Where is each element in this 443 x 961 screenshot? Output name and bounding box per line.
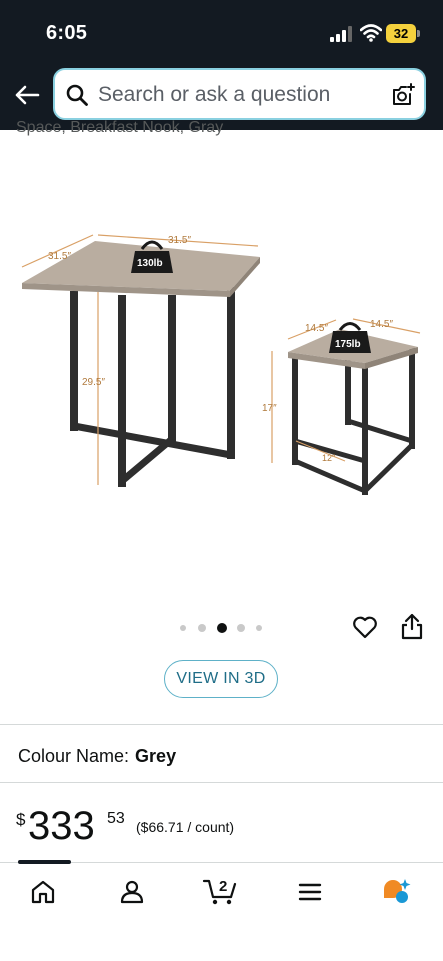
small-table (288, 329, 418, 495)
back-arrow-icon[interactable] (12, 80, 42, 110)
price-fraction: 53 (107, 810, 125, 827)
cart-count: 2 (219, 878, 227, 895)
status-time: 6:05 (46, 22, 88, 44)
view-in-3d-button[interactable]: VIEW IN 3D (164, 660, 278, 698)
carousel-dot-active[interactable] (217, 623, 227, 633)
price-symbol: $ (16, 810, 26, 829)
large-table (22, 241, 260, 487)
active-tab-indicator (18, 860, 71, 864)
small-height-label: 17″ (262, 403, 277, 414)
divider (0, 782, 443, 783)
search-placeholder: Search or ask a question (98, 83, 331, 106)
cart-icon[interactable]: 2 (202, 875, 238, 907)
signal-icon (330, 26, 352, 42)
colour-value: Grey (135, 746, 177, 766)
large-depth-label: 31.5″ (48, 251, 71, 262)
wifi-icon (360, 24, 382, 42)
small-width-label: 14.5″ (305, 323, 328, 334)
search-icon (66, 84, 88, 106)
bottom-nav: 2 (0, 860, 443, 961)
price-whole: 333 (28, 804, 95, 848)
carousel-dot[interactable] (198, 624, 206, 632)
ai-chat-icon[interactable] (380, 877, 414, 907)
large-height-label: 29.5″ (82, 377, 105, 388)
small-inner-label: 12″ (322, 453, 336, 463)
battery-icon: 32 (386, 24, 420, 43)
small-depth-label: 14.5″ (370, 319, 393, 330)
large-width-label: 31.5″ (168, 235, 191, 246)
heart-icon[interactable] (352, 614, 378, 640)
large-weight-label: 130lb (137, 258, 163, 269)
home-icon[interactable] (30, 879, 56, 905)
colour-row[interactable]: Colour Name: Grey (18, 746, 176, 767)
product-title-fragment: Space, Breakfast Nook, Gray (16, 119, 224, 136)
colour-label: Colour Name: (18, 746, 130, 766)
menu-icon[interactable] (298, 879, 322, 905)
divider (0, 724, 443, 725)
status-bar: 6:05 32 (0, 0, 443, 62)
share-icon[interactable] (400, 612, 424, 640)
product-image[interactable]: 31.5″ 31.5″ 29.5″ 130lb 14.5″ 14.5″ 17″ … (0, 215, 443, 515)
carousel-dot[interactable] (237, 624, 245, 632)
camera-search-icon[interactable] (391, 82, 417, 108)
person-icon[interactable] (119, 879, 145, 905)
small-table-dimensions: 14.5″ 14.5″ 17″ 12″ 175lb (262, 318, 421, 463)
battery-level: 32 (386, 24, 416, 43)
unit-price: ($66.71 / count) (136, 819, 235, 835)
search-input[interactable]: Search or ask a question (53, 68, 426, 120)
small-weight-label: 175lb (335, 339, 361, 350)
carousel-dot[interactable] (180, 625, 186, 631)
carousel-dot[interactable] (256, 625, 262, 631)
